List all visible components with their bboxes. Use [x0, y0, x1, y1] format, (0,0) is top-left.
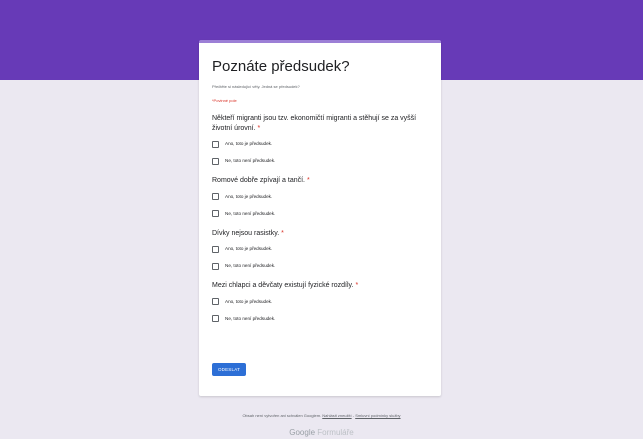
checkbox-option[interactable]: Ne, toto není předsudek. — [212, 261, 428, 271]
checkbox-option[interactable]: Ne, toto není předsudek. — [212, 209, 428, 219]
checkbox[interactable] — [212, 210, 219, 217]
footer-note: Obsah není vytvořen ani schválen Googlem… — [0, 413, 643, 419]
required-note: *Povinné pole — [212, 98, 237, 103]
form-title: Poznáte předsudek? — [212, 58, 350, 75]
required-star: * — [306, 177, 310, 184]
option-label: Ne, toto není předsudek. — [225, 263, 276, 268]
form-description: Přečtěte si následující věty. Jedná se p… — [212, 84, 300, 89]
question-1: Někteří migranti jsou tzv. ekonomičtí mi… — [212, 114, 428, 166]
footer-disclaimer: Obsah není vytvořen ani schválen Googlem… — [242, 413, 322, 418]
terms-link[interactable]: Smluvní podmínky služby — [355, 413, 400, 418]
brand-product: Formuláře — [317, 428, 354, 437]
question-3: Dívky nejsou rasistky. * Ano, toto je př… — [212, 229, 428, 272]
required-star: * — [281, 229, 284, 237]
checkbox[interactable] — [212, 157, 219, 165]
checkbox[interactable] — [212, 262, 219, 270]
required-star: * — [257, 124, 261, 132]
option-label: Ne, toto není předsudek. — [225, 210, 276, 216]
checkbox-option[interactable]: Ne, toto není předsudek. — [212, 314, 428, 324]
report-abuse-link[interactable]: Nahlásit zneužití — [322, 413, 351, 418]
checkbox[interactable] — [212, 315, 219, 322]
option-label: Ne, toto není předsudek. — [225, 158, 276, 163]
option-label: Ano, toto je předsudek. — [225, 141, 273, 146]
option-label: Ne, toto není předsudek. — [225, 315, 276, 321]
question-title: Romové dobře zpívají a tančí. * — [212, 177, 310, 184]
question-2: Romové dobře zpívají a tančí. * Ano, tot… — [212, 176, 428, 219]
google-forms-logo[interactable]: Google Formuláře — [0, 428, 643, 438]
checkbox-option[interactable]: Ne, toto není předsudek. — [212, 156, 428, 166]
brand-google: Google — [289, 428, 316, 437]
checkbox-option[interactable]: Ano, toto je předsudek. — [212, 244, 428, 254]
checkbox-option[interactable]: Ano, toto je předsudek. — [212, 192, 428, 202]
checkbox[interactable] — [212, 298, 219, 305]
checkbox[interactable] — [212, 140, 219, 148]
option-label: Ano, toto je předsudek. — [225, 246, 273, 251]
question-title: Někteří migranti jsou tzv. ekonomičtí mi… — [212, 115, 417, 132]
question-title: Dívky nejsou rasistky. * — [212, 229, 284, 237]
checkbox[interactable] — [212, 193, 219, 200]
option-label: Ano, toto je předsudek. — [225, 193, 273, 199]
option-label: Ano, toto je předsudek. — [225, 298, 273, 304]
form-card: Poznáte předsudek? Přečtěte si následují… — [199, 40, 441, 396]
required-star: * — [355, 282, 359, 289]
checkbox[interactable] — [212, 245, 219, 253]
question-title: Mezi chlapci a děvčaty existují fyzické … — [212, 282, 359, 289]
submit-button[interactable]: ODESLAT — [212, 363, 246, 376]
checkbox-option[interactable]: Ano, toto je předsudek. — [212, 297, 428, 307]
question-4: Mezi chlapci a děvčaty existují fyzické … — [212, 281, 428, 324]
checkbox-option[interactable]: Ano, toto je předsudek. — [212, 139, 428, 149]
